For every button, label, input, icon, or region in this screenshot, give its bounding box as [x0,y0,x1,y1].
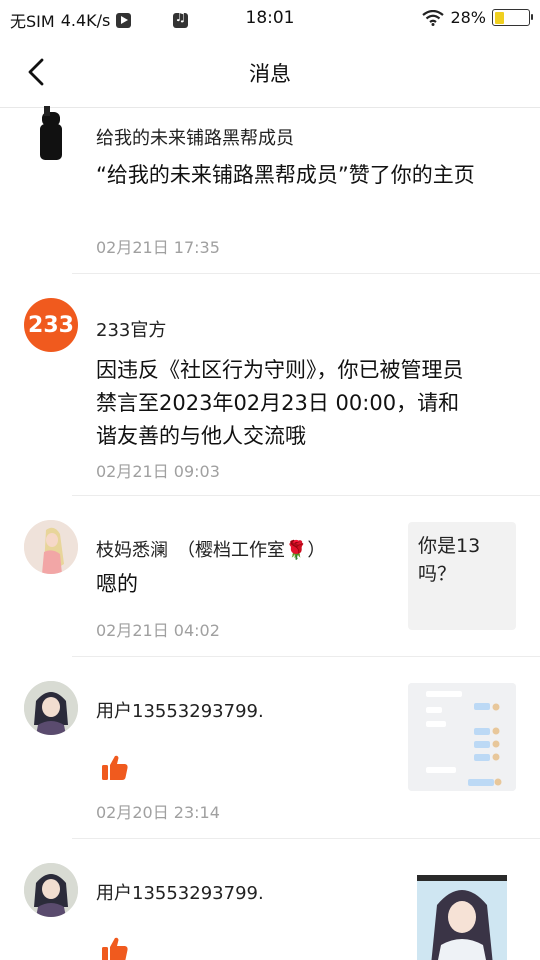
message-item[interactable]: 枝妈悉澜 （樱档工作室🌹） 嗯的 02月21日 04:02 你是13吗？ [0,496,540,657]
message-content: 因违反《社区行为守则》，你已被管理员禁言至2023年02月23日 00:00，请… [96,358,464,448]
sender-name[interactable]: 给我的未来铺路黑帮成员 [96,124,294,150]
header: 消息 [0,36,540,108]
message-time: 02月21日 04:02 [96,621,220,640]
wifi-icon [422,9,445,26]
message-item[interactable]: 用户13553293799. 02月20日 23:14 [0,657,540,839]
avatar[interactable] [24,520,78,574]
thumbs-up-icon [102,755,128,780]
message-item[interactable]: 233 233官方 因违反《社区行为守则》，你已被管理员禁言至2023年02月2… [0,274,540,496]
battery-icon [492,9,533,26]
anime-image-thumbnail[interactable] [417,875,507,960]
message-time: 02月20日 23:14 [96,803,220,822]
quoted-comment-preview[interactable]: 你是13吗？ [408,522,516,630]
thumbs-up-icon [102,937,128,960]
page-title: 消息 [249,62,291,86]
message-content: 嗯的 [96,572,138,596]
message-item[interactable]: 给我的未来铺路黑帮成员 “给我的未来铺路黑帮成员”赞了你的主页 02月21日 1… [0,106,540,274]
status-bar: 无SIM 4.4K/s 18:01 28% [0,0,540,36]
message-time: 02月21日 17:35 [96,238,220,257]
message-item[interactable]: 用户13553293799. [0,839,540,960]
battery-level-fill [494,11,504,24]
sender-name[interactable]: 用户13553293799. [96,879,264,905]
status-right: 28% [422,8,533,27]
avatar-233-text: 233 [28,312,74,338]
avatar[interactable] [24,106,78,160]
avatar-233[interactable]: 233 [24,298,78,352]
battery-percent: 28% [450,8,486,27]
message-content: “给我的未来铺路黑帮成员”赞了你的主页 [96,163,475,187]
chat-screenshot-thumbnail[interactable] [408,683,516,791]
sender-name[interactable]: 用户13553293799. [96,697,264,723]
sender-name[interactable]: 枝妈悉澜 （樱档工作室🌹） [96,536,325,562]
avatar[interactable] [24,681,78,735]
avatar[interactable] [24,863,78,917]
message-time: 02月21日 09:03 [96,462,220,481]
sender-name[interactable]: 233官方 [96,316,166,342]
